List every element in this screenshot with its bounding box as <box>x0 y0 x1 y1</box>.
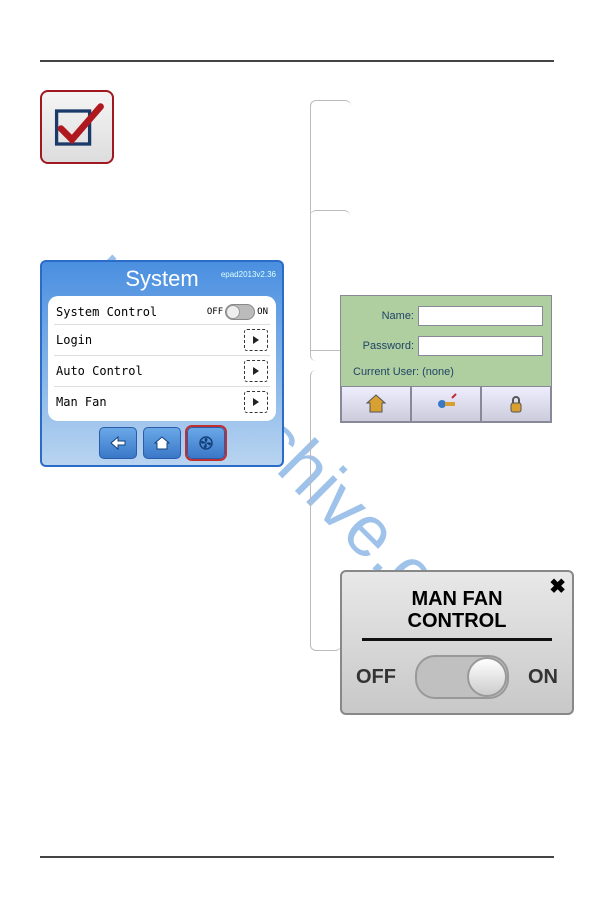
name-input[interactable] <box>418 306 543 326</box>
arrow-right-icon[interactable] <box>244 329 268 351</box>
system-version: epad2013v2.36 <box>221 270 276 279</box>
close-icon[interactable]: ✖ <box>549 574 566 599</box>
system-screen: System epad2013v2.36 System Control OFF … <box>40 260 284 467</box>
row-label: Man Fan <box>56 395 107 409</box>
man-fan-control-popup: ✖ MAN FAN CONTROL OFF ON <box>340 570 574 715</box>
nav-back-button[interactable] <box>99 427 137 459</box>
off-label: OFF <box>356 666 396 689</box>
login-key-button[interactable] <box>411 386 481 422</box>
row-man-fan[interactable]: Man Fan <box>54 387 270 417</box>
row-label: Login <box>56 333 92 347</box>
system-control-toggle[interactable]: OFF ON <box>207 304 268 320</box>
arrow-right-icon[interactable] <box>244 360 268 382</box>
system-title: System <box>125 266 198 291</box>
bottom-rule <box>40 856 554 858</box>
manfan-title-line2: CONTROL <box>352 610 562 632</box>
current-user-value: (none) <box>422 366 454 378</box>
row-label: System Control <box>56 305 157 319</box>
top-rule <box>40 60 554 62</box>
row-login[interactable]: Login <box>54 325 270 356</box>
connector-line <box>310 350 340 351</box>
on-label: ON <box>528 666 558 689</box>
nav-home-button[interactable] <box>143 427 181 459</box>
connector-line <box>310 370 341 651</box>
row-system-control[interactable]: System Control OFF ON <box>54 300 270 325</box>
nav-fan-button[interactable] <box>187 427 225 459</box>
login-home-button[interactable] <box>341 386 411 422</box>
row-auto-control[interactable]: Auto Control <box>54 356 270 387</box>
arrow-right-icon[interactable] <box>244 391 268 413</box>
divider <box>362 638 552 641</box>
manfan-title-line1: MAN FAN <box>352 588 562 610</box>
name-label: Name: <box>349 310 418 322</box>
current-user-label: Current User: <box>353 366 419 378</box>
checkmark-app-icon <box>40 90 114 164</box>
password-input[interactable] <box>418 336 543 356</box>
login-lock-button[interactable] <box>481 386 551 422</box>
row-label: Auto Control <box>56 364 143 378</box>
toggle-knob <box>467 657 507 697</box>
login-screen: Name: Password: Current User: (none) <box>340 295 552 423</box>
manfan-toggle[interactable] <box>415 655 509 699</box>
password-label: Password: <box>349 340 418 352</box>
